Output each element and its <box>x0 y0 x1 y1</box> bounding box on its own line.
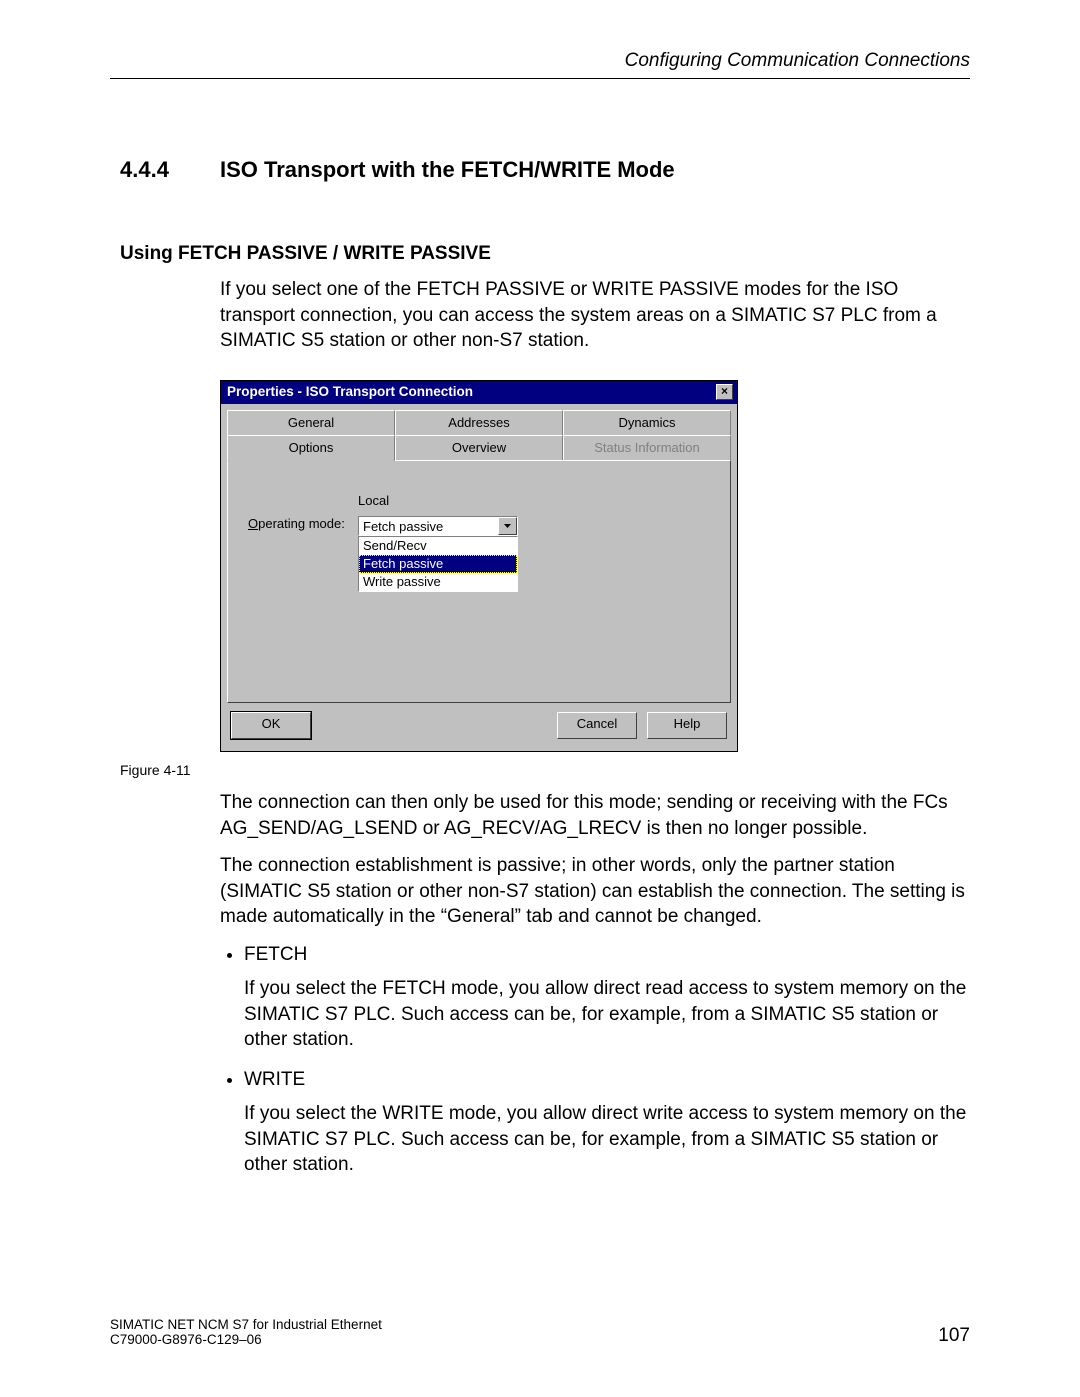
bullet-fetch-desc: If you select the FETCH mode, you allow … <box>244 976 970 1053</box>
combo-dropdown-button[interactable] <box>498 517 517 535</box>
section-heading: 4.4.4 ISO Transport with the FETCH/WRITE… <box>120 157 970 183</box>
footer-line1: SIMATIC NET NCM S7 for Industrial Ethern… <box>110 1317 382 1332</box>
bullet-fetch-label: FETCH <box>244 944 307 965</box>
cancel-button[interactable]: Cancel <box>557 712 637 739</box>
dialog-title: Properties - ISO Transport Connection <box>227 384 473 399</box>
figure-caption: Figure 4-11 <box>120 762 970 778</box>
intro-paragraph: If you select one of the FETCH PASSIVE o… <box>220 277 970 354</box>
page-number: 107 <box>938 1325 970 1347</box>
operating-mode-mnemonic: O <box>248 516 258 531</box>
tab-overview[interactable]: Overview <box>395 435 563 461</box>
section-number: 4.4.4 <box>120 157 220 183</box>
running-head: Configuring Communication Connections <box>110 50 970 72</box>
paragraph-after-1: The connection can then only be used for… <box>220 790 970 841</box>
tab-addresses[interactable]: Addresses <box>395 410 563 435</box>
page: Configuring Communication Connections 4.… <box>0 0 1080 1397</box>
dialog-titlebar: Properties - ISO Transport Connection × <box>221 381 737 404</box>
close-icon: × <box>721 384 728 398</box>
tab-strip: General Addresses Dynamics Options Overv… <box>221 404 737 461</box>
page-footer: SIMATIC NET NCM S7 for Industrial Ethern… <box>110 1317 970 1347</box>
dialog-button-bar: OK Cancel Help <box>221 712 737 751</box>
column-header-local: Local <box>358 493 710 508</box>
chevron-down-icon <box>504 524 511 528</box>
bullet-write-desc: If you select the WRITE mode, you allow … <box>244 1101 970 1178</box>
bullet-write-label: WRITE <box>244 1069 305 1090</box>
tab-dynamics[interactable]: Dynamics <box>563 410 731 435</box>
bullet-fetch: FETCH If you select the FETCH mode, you … <box>244 944 970 1053</box>
bullet-write: WRITE If you select the WRITE mode, you … <box>244 1069 970 1178</box>
tab-options[interactable]: Options <box>227 435 395 461</box>
option-send-recv[interactable]: Send/Recv <box>359 537 517 555</box>
operating-mode-label-text: perating mode: <box>258 516 345 531</box>
subsection-title: Using FETCH PASSIVE / WRITE PASSIVE <box>120 243 970 265</box>
close-button[interactable]: × <box>716 384 733 400</box>
tab-general[interactable]: General <box>227 410 395 435</box>
operating-mode-label: Operating mode: <box>248 516 358 531</box>
footer-line2: C79000-G8976-C129–06 <box>110 1332 382 1347</box>
option-fetch-passive[interactable]: Fetch passive <box>359 555 517 573</box>
header-rule <box>110 78 970 79</box>
section-title: ISO Transport with the FETCH/WRITE Mode <box>220 157 675 183</box>
bullet-list: FETCH If you select the FETCH mode, you … <box>220 944 970 1178</box>
operating-mode-listbox[interactable]: Send/Recv Fetch passive Write passive <box>358 536 518 592</box>
operating-mode-value: Fetch passive <box>359 517 498 535</box>
option-write-passive[interactable]: Write passive <box>359 573 517 591</box>
help-button[interactable]: Help <box>647 712 727 739</box>
tab-body-options: Local Operating mode: Fetch passive Send… <box>227 460 731 703</box>
paragraph-after-2: The connection establishment is passive;… <box>220 853 970 930</box>
operating-mode-combo[interactable]: Fetch passive <box>358 516 518 536</box>
properties-dialog: Properties - ISO Transport Connection × … <box>220 380 738 752</box>
ok-button[interactable]: OK <box>231 712 311 739</box>
tab-status-information: Status Information <box>563 435 731 461</box>
